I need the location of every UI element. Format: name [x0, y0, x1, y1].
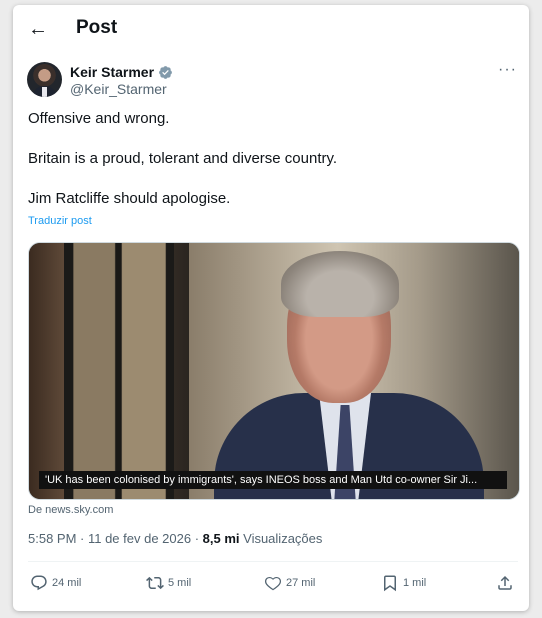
- repost-count: 5 mil: [168, 577, 192, 589]
- arrow-left-icon[interactable]: ←: [27, 18, 49, 40]
- post-text: Offensive and wrong. Britain is a proud,…: [28, 110, 338, 207]
- bookmark-button[interactable]: 1 mil: [381, 571, 426, 595]
- avatar[interactable]: [27, 62, 62, 97]
- author-name-row[interactable]: Keir Starmer: [70, 63, 173, 81]
- repost-button[interactable]: 5 mil: [146, 571, 191, 595]
- link-card-image[interactable]: 'UK has been colonised by immigrants', s…: [28, 242, 520, 500]
- bookmark-icon: [384, 575, 396, 592]
- like-count: 27 mil: [286, 577, 316, 589]
- avatar-shirt: [42, 87, 47, 97]
- reply-icon: [31, 575, 47, 591]
- link-card-caption: 'UK has been colonised by immigrants', s…: [39, 471, 507, 489]
- like-button[interactable]: 27 mil: [264, 571, 315, 595]
- page-title: Post: [76, 17, 118, 38]
- verified-badge-icon: [159, 65, 172, 79]
- divider: [28, 561, 518, 562]
- share-icon: [498, 575, 512, 590]
- translate-post-link[interactable]: Traduzir post: [28, 215, 92, 227]
- views-count: 8,5 mi: [202, 531, 240, 546]
- more-options-icon[interactable]: ···: [498, 61, 517, 79]
- reply-button[interactable]: 24 mil: [30, 571, 81, 595]
- post-card: ← Post Keir Starmer @Keir_Starmer ··· Of…: [13, 5, 529, 611]
- post-timestamp[interactable]: 5:58 PM · 11 de fev de 2026 ·: [28, 531, 203, 546]
- reply-count: 24 mil: [52, 577, 82, 589]
- image-window: [64, 243, 174, 499]
- bookmark-count: 1 mil: [403, 577, 427, 589]
- action-bar: 24 mil 5 mil 27 mil 1 mil: [28, 571, 518, 595]
- header: ← Post: [13, 5, 529, 53]
- link-source[interactable]: De news.sky.com: [28, 504, 113, 516]
- repost-icon: [146, 576, 164, 590]
- post-meta: 5:58 PM · 11 de fev de 2026 · 8,5 mi Vis…: [28, 531, 322, 546]
- views-label: Visualizações: [239, 531, 323, 546]
- author-handle[interactable]: @Keir_Starmer: [70, 81, 167, 97]
- share-button[interactable]: [496, 571, 518, 595]
- author-name[interactable]: Keir Starmer: [70, 64, 154, 80]
- image-person-hair: [281, 251, 399, 317]
- heart-icon: [264, 576, 282, 591]
